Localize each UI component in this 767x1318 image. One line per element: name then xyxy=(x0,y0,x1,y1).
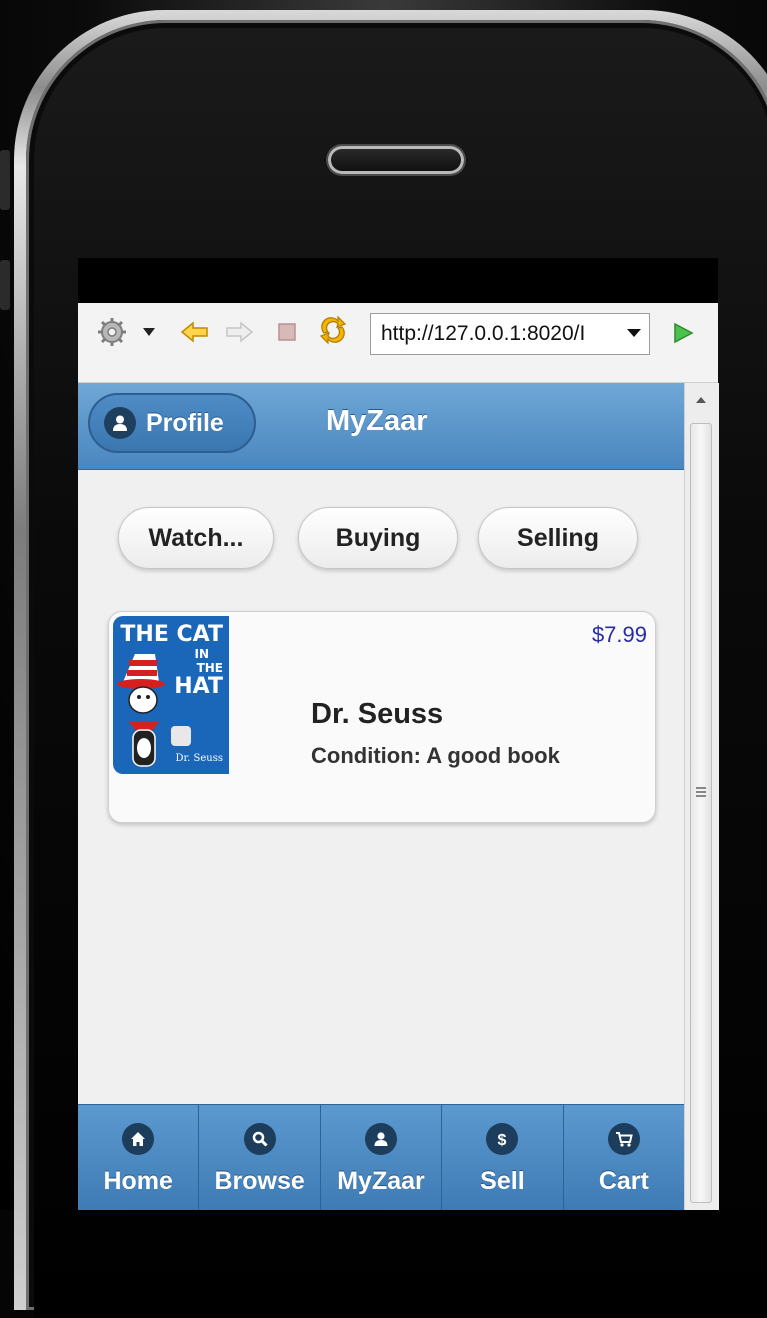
tab-sell[interactable]: $ Sell xyxy=(442,1105,564,1210)
cover-title-line: IN xyxy=(194,647,209,661)
scroll-up-arrow-icon[interactable] xyxy=(696,397,706,403)
search-icon xyxy=(243,1123,276,1155)
cover-emblem xyxy=(171,726,191,746)
cat-illustration xyxy=(117,654,165,767)
go-icon[interactable] xyxy=(666,321,700,345)
watching-button[interactable]: Watch... xyxy=(118,507,274,569)
page-title: MyZaar xyxy=(326,405,428,437)
speaker-grille xyxy=(328,146,464,174)
profile-label: Profile xyxy=(146,408,224,437)
cover-author: Dr. Seuss xyxy=(175,753,223,764)
dollar-icon: $ xyxy=(486,1123,519,1155)
scroll-thumb[interactable] xyxy=(690,423,712,1203)
tab-label: Sell xyxy=(480,1167,525,1195)
home-icon xyxy=(122,1123,155,1155)
cart-icon xyxy=(607,1123,640,1155)
refresh-icon[interactable] xyxy=(315,315,351,345)
tab-cart[interactable]: Cart xyxy=(564,1105,684,1210)
tab-label: Cart xyxy=(598,1167,649,1195)
side-button xyxy=(0,150,10,210)
cover-title-line: THE xyxy=(196,661,223,675)
user-icon xyxy=(365,1123,398,1155)
user-icon xyxy=(104,407,136,439)
cover-title-line: THE CAT xyxy=(120,622,223,647)
vertical-scrollbar[interactable] xyxy=(684,383,719,1210)
tab-browse[interactable]: Browse xyxy=(199,1105,321,1210)
buying-button[interactable]: Buying xyxy=(298,507,458,569)
bottom-tab-bar: Home Browse MyZaar $ Sell Cart xyxy=(78,1104,684,1210)
listing-card[interactable]: THE CAT IN THE HAT Dr. Seuss $7.99 Dr. S… xyxy=(108,611,656,823)
selling-button[interactable]: Selling xyxy=(478,507,638,569)
book-cover-image: THE CAT IN THE HAT Dr. Seuss xyxy=(113,616,229,774)
back-arrow-icon[interactable] xyxy=(178,320,212,344)
tab-label: Home xyxy=(103,1167,173,1195)
item-condition: Condition: A good book xyxy=(311,743,560,768)
cover-title-line: HAT xyxy=(174,674,223,699)
forward-arrow-icon[interactable] xyxy=(222,320,256,344)
tab-home[interactable]: Home xyxy=(78,1105,200,1210)
side-button xyxy=(0,260,10,310)
tab-myzaar[interactable]: MyZaar xyxy=(321,1105,443,1210)
tab-label: Browse xyxy=(214,1167,305,1195)
page-header: Profile MyZaar xyxy=(78,383,684,470)
svg-text:$: $ xyxy=(498,1132,507,1148)
url-text: http://127.0.0.1:8020/I xyxy=(381,322,586,345)
stop-icon[interactable] xyxy=(272,320,302,344)
tab-label: MyZaar xyxy=(337,1167,425,1195)
grip-line xyxy=(696,791,706,793)
grip-line xyxy=(696,795,706,797)
item-price: $7.99 xyxy=(591,622,647,647)
profile-button[interactable]: Profile xyxy=(88,393,256,453)
grip-line xyxy=(696,787,706,789)
mobile-page: Profile MyZaar Watch... Buying Selling T… xyxy=(78,383,684,1210)
dropdown-arrow-icon[interactable] xyxy=(139,320,159,344)
item-title: Dr. Seuss xyxy=(311,698,444,730)
gear-icon[interactable] xyxy=(96,318,128,346)
url-dropdown-icon[interactable] xyxy=(627,329,641,337)
url-input[interactable]: http://127.0.0.1:8020/I xyxy=(370,313,650,355)
